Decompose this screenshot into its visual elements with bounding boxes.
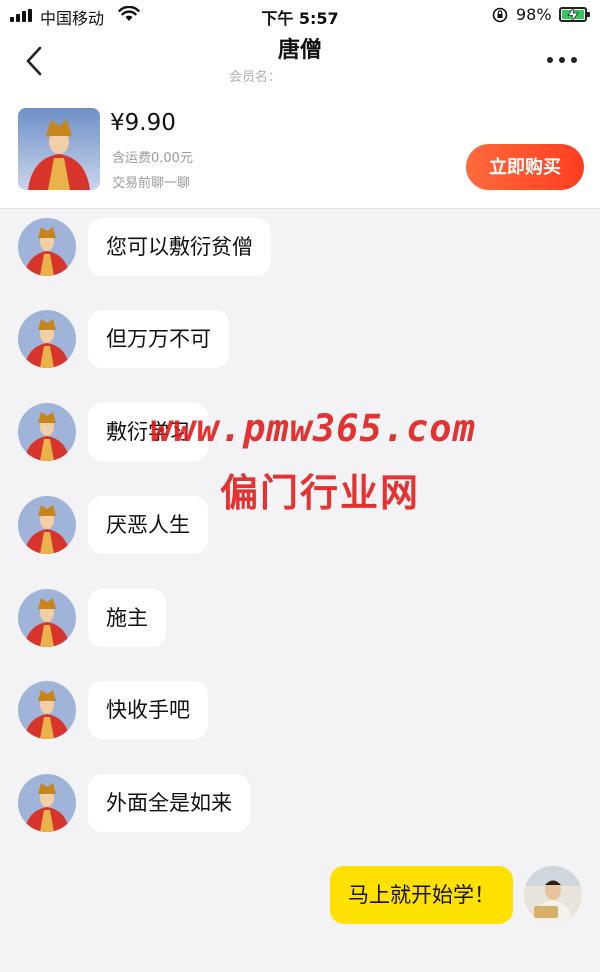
buy-now-button[interactable]: 立即购买 — [466, 144, 584, 190]
message-row: 但万万不可 — [0, 310, 600, 370]
avatar[interactable] — [18, 218, 76, 276]
message-row: 施主 — [0, 589, 600, 649]
shipping-fee: 含运费0.00元 — [112, 151, 193, 166]
own-message-row: 马上就开始学！ — [0, 866, 600, 926]
avatar[interactable] — [18, 589, 76, 647]
avatar[interactable] — [18, 403, 76, 461]
message-row: 外面全是如来 — [0, 774, 600, 834]
message-bubble[interactable]: 厌恶人生 — [88, 496, 208, 554]
message-row: 您可以敷衍贫僧 — [0, 218, 600, 278]
message-bubble[interactable]: 您可以敷衍贫僧 — [88, 218, 271, 276]
product-price: ¥9.90 — [110, 110, 176, 136]
more-options-button[interactable] — [540, 52, 584, 68]
avatar[interactable] — [18, 496, 76, 554]
message-bubble[interactable]: 快收手吧 — [88, 681, 208, 739]
battery-percent: 98% — [516, 5, 552, 24]
chat-title: 唐僧 — [277, 38, 322, 63]
message-bubble[interactable]: 施主 — [88, 589, 166, 647]
status-bar: 中国移动 下午 5:57 98% — [0, 0, 600, 30]
message-bubble[interactable]: 外面全是如来 — [88, 774, 250, 832]
product-card[interactable]: ¥9.90 含运费0.00元 交易前聊一聊 立即购买 — [0, 90, 600, 209]
message-bubble[interactable]: 但万万不可 — [88, 310, 229, 368]
chat-hint: 交易前聊一聊 — [112, 176, 191, 191]
avatar[interactable] — [18, 310, 76, 368]
nav-bar: 唐僧 会员名： — [0, 30, 600, 90]
avatar[interactable] — [18, 681, 76, 739]
avatar[interactable] — [18, 774, 76, 832]
battery-charging-icon — [559, 7, 590, 22]
message-row: 快收手吧 — [0, 681, 600, 741]
own-message-bubble[interactable]: 马上就开始学！ — [330, 866, 513, 924]
own-avatar[interactable] — [524, 866, 582, 924]
member-name-label: 会员名： — [229, 70, 282, 85]
bolt-icon — [567, 7, 579, 22]
member-name-value — [280, 61, 380, 83]
status-time: 下午 5:57 — [261, 9, 339, 28]
orientation-lock-icon — [492, 7, 508, 23]
watermark-url: www.pmw365.com — [150, 407, 476, 450]
product-image[interactable] — [18, 108, 100, 190]
watermark-site-name: 偏门行业网 — [220, 471, 421, 515]
